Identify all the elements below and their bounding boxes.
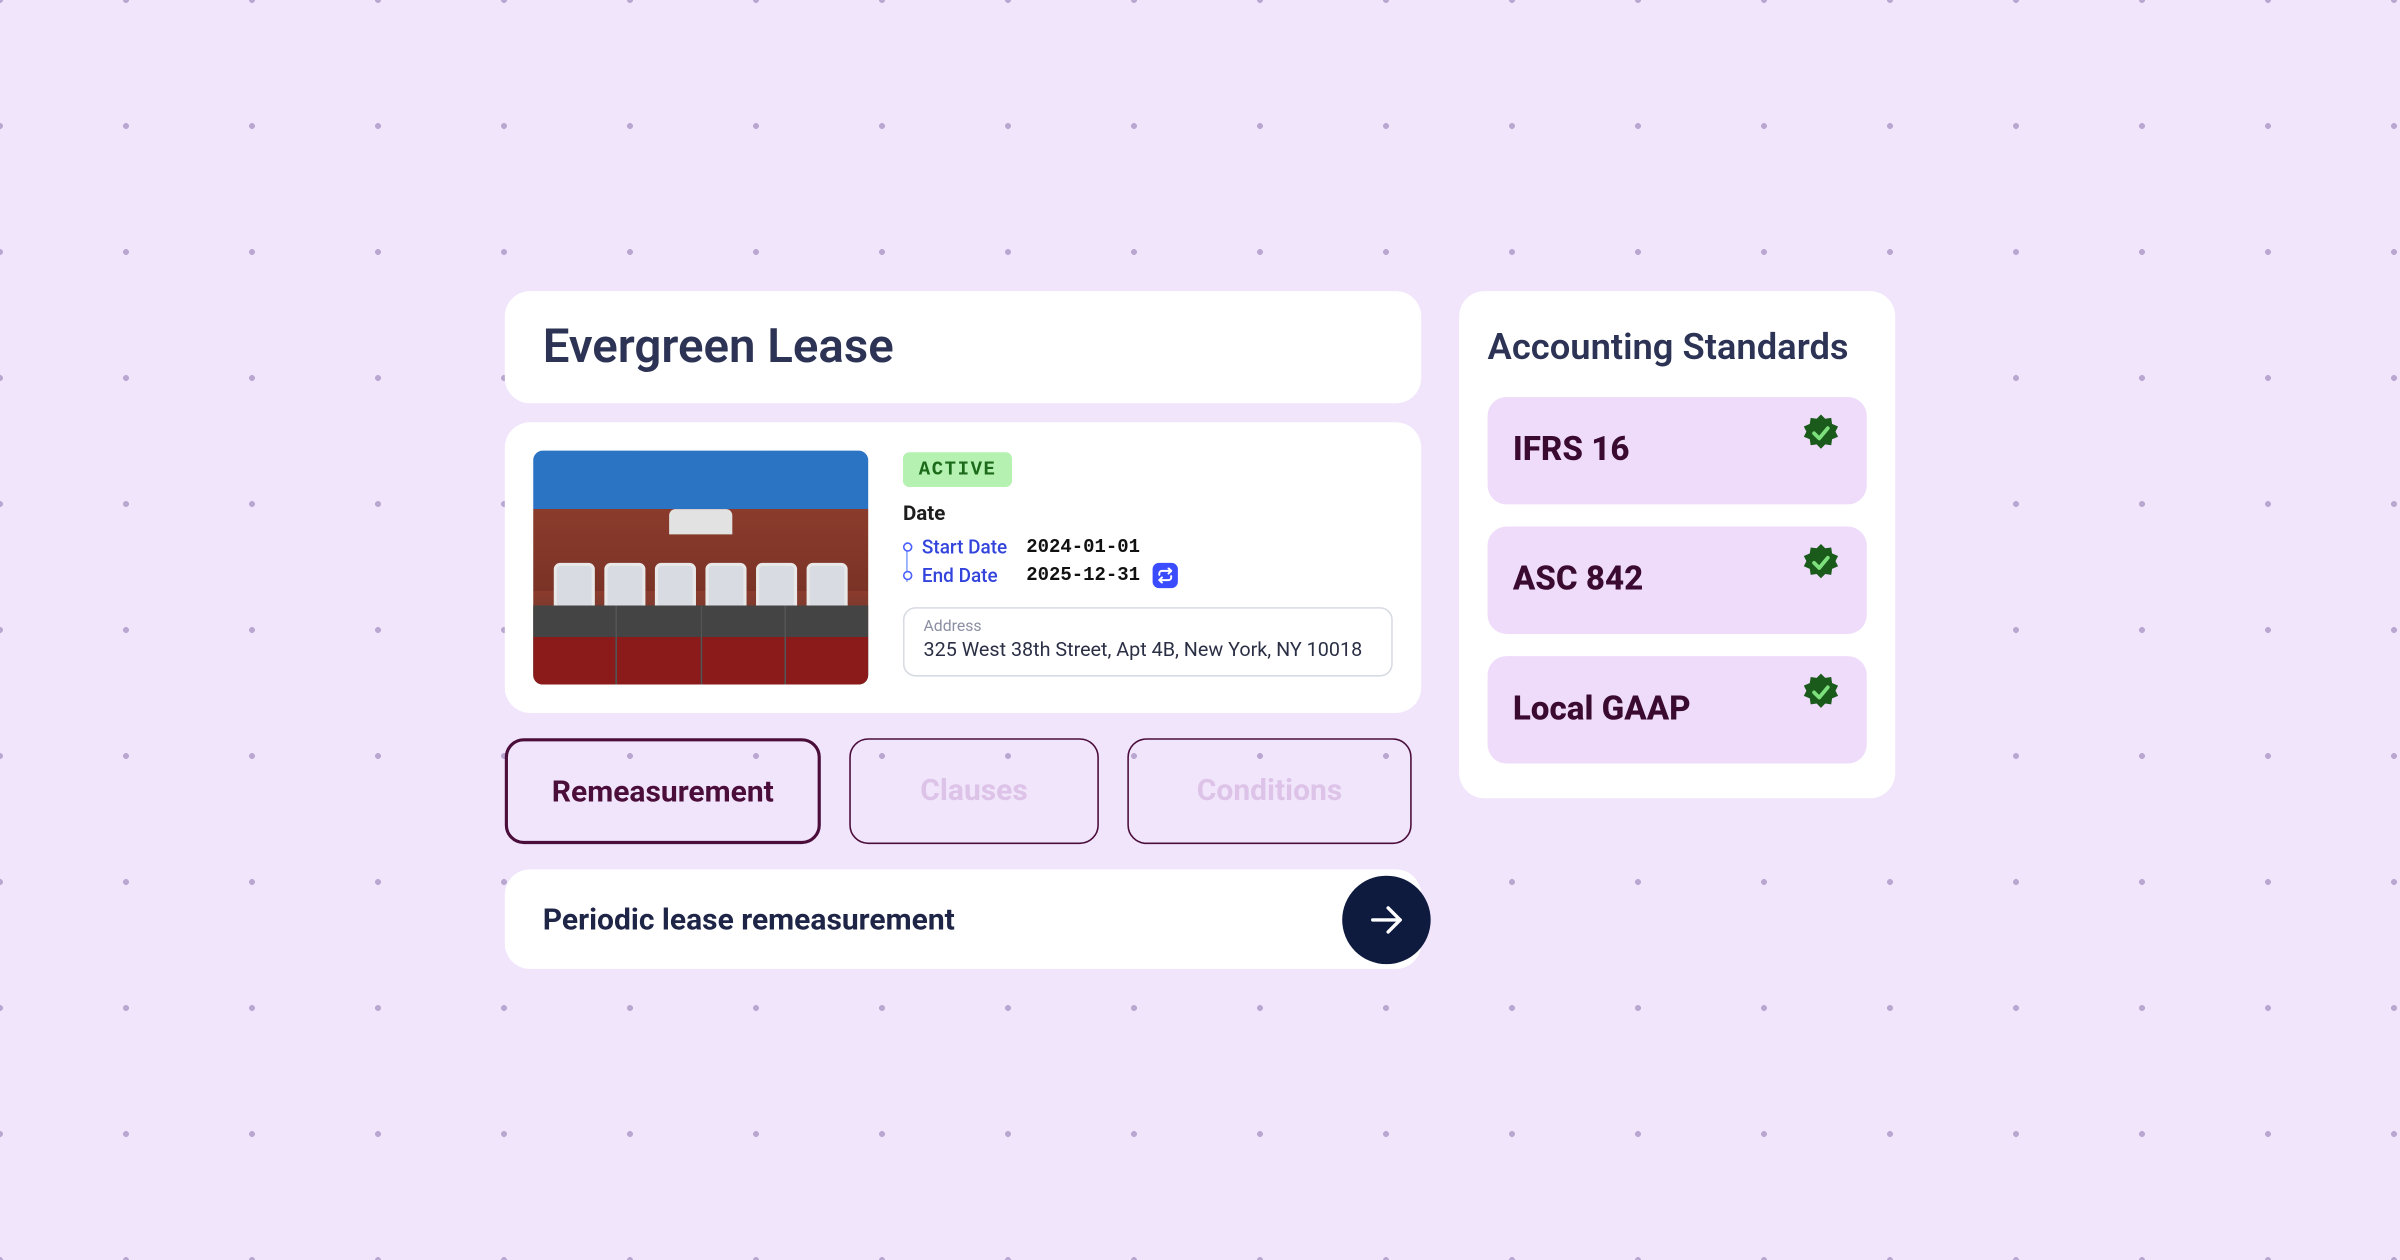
standard-name: IFRS 16 <box>1513 431 1630 469</box>
end-date-value: 2025-12-31 <box>1026 564 1140 586</box>
standards-heading: Accounting Standards <box>1488 326 1867 371</box>
end-date-label: End Date <box>922 564 1014 586</box>
standard-name: ASC 842 <box>1513 561 1643 599</box>
address-value: 325 West 38th Street, Apt 4B, New York, … <box>924 639 1373 663</box>
action-card[interactable]: Periodic lease remeasurement <box>505 869 1421 969</box>
tab-remeasurement[interactable]: Remeasurement <box>505 738 821 844</box>
tab-conditions[interactable]: Conditions <box>1127 738 1411 844</box>
arrow-right-icon <box>1366 899 1407 940</box>
verified-icon <box>1800 671 1841 712</box>
lease-info: ACTIVE Date Start Date 2024-01-01 End Da… <box>903 451 1393 685</box>
end-date-row: End Date 2025-12-31 <box>922 563 1393 588</box>
start-date-label: Start Date <box>922 536 1014 558</box>
address-label: Address <box>924 618 1373 635</box>
date-block: Date Start Date 2024-01-01 End Date 2025… <box>903 503 1393 588</box>
standard-item-asc842[interactable]: ASC 842 <box>1488 526 1867 633</box>
standard-item-ifrs16[interactable]: IFRS 16 <box>1488 397 1867 504</box>
tabs-row: Remeasurement Clauses Conditions <box>505 738 1421 844</box>
standard-item-localgaap[interactable]: Local GAAP <box>1488 656 1867 763</box>
action-label: Periodic lease remeasurement <box>543 901 955 937</box>
standard-name: Local GAAP <box>1513 690 1691 728</box>
status-badge: ACTIVE <box>903 452 1012 487</box>
start-date-row: Start Date 2024-01-01 <box>922 536 1393 558</box>
repeat-icon[interactable] <box>1153 563 1178 588</box>
lease-thumbnail <box>533 451 868 685</box>
standards-list: IFRS 16 ASC 842 Local GAAP <box>1488 397 1867 764</box>
tab-clauses[interactable]: Clauses <box>849 738 1099 844</box>
go-arrow-button[interactable] <box>1342 875 1430 963</box>
date-section-label: Date <box>903 503 1393 527</box>
verified-icon <box>1800 412 1841 453</box>
standards-panel: Accounting Standards IFRS 16 ASC 842 Loc… <box>1459 291 1895 798</box>
start-date-value: 2024-01-01 <box>1026 536 1140 558</box>
address-box: Address 325 West 38th Street, Apt 4B, Ne… <box>903 607 1393 677</box>
lease-title: Evergreen Lease <box>543 320 1384 375</box>
lease-title-card: Evergreen Lease <box>505 291 1421 403</box>
verified-icon <box>1800 542 1841 583</box>
lease-summary-card: ACTIVE Date Start Date 2024-01-01 End Da… <box>505 422 1421 713</box>
